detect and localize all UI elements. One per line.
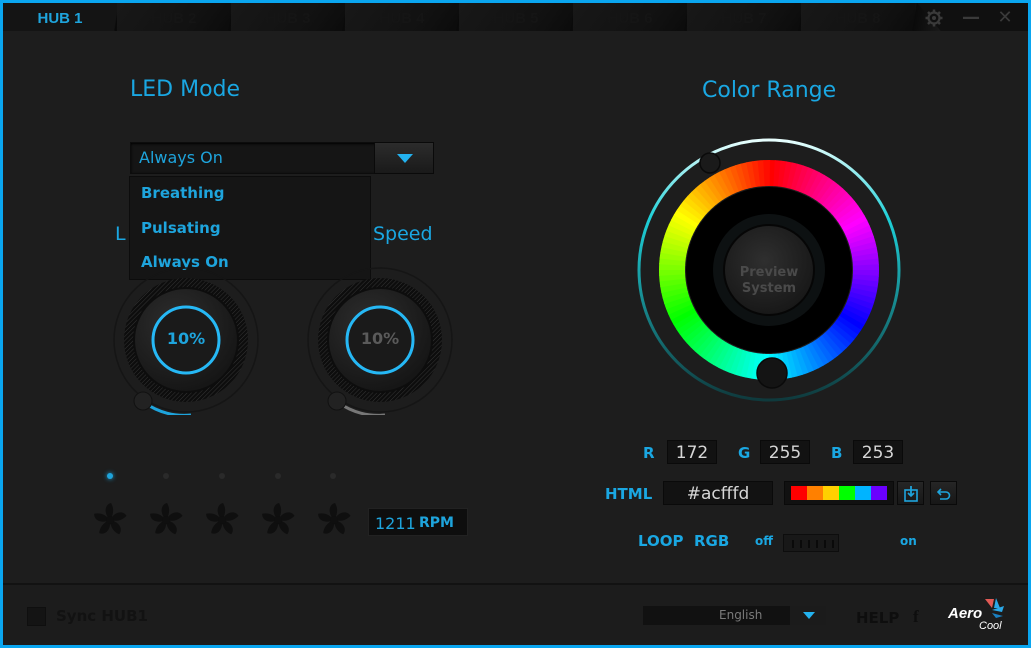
- option-pulsating[interactable]: Pulsating: [141, 219, 221, 237]
- rpm-display: 1211 RPM: [368, 508, 468, 536]
- close-icon: ✕: [997, 7, 1013, 28]
- rpm-value: 1211: [375, 514, 416, 533]
- color-swatch[interactable]: [823, 486, 839, 500]
- b-label: B: [831, 444, 843, 462]
- tab-hub-1[interactable]: HUB 1: [3, 3, 117, 31]
- led-mode-dropdown[interactable]: Always On: [130, 142, 434, 174]
- logo-text-cool: Cool: [979, 620, 1002, 632]
- loop-rgb-toggle[interactable]: [783, 534, 839, 552]
- led-mode-selected: Always On: [139, 148, 223, 167]
- fan-icon[interactable]: [258, 500, 298, 540]
- color-range-title: Color Range: [702, 78, 837, 103]
- hue-handle[interactable]: [756, 357, 788, 389]
- save-color-button[interactable]: [897, 481, 924, 505]
- hub-tab-bar: HUB 1 HUB 2 HUB 3 HUB 4 HUB 5 HUB 6 HUB …: [3, 3, 1028, 31]
- save-icon: [903, 486, 918, 502]
- sync-hub-checkbox[interactable]: [27, 607, 46, 626]
- close-button[interactable]: ✕: [994, 7, 1016, 29]
- html-label: HTML: [605, 485, 653, 503]
- undo-icon: [936, 488, 950, 500]
- chevron-down-icon: [803, 612, 815, 619]
- tab-hub-8[interactable]: HUB 8: [801, 3, 915, 31]
- brightness-label: L: [115, 223, 126, 245]
- fan-icon[interactable]: [146, 500, 186, 540]
- preview-text-1: Preview: [740, 265, 799, 280]
- language-value: English: [719, 608, 763, 622]
- r-label: R: [643, 444, 655, 462]
- aerocool-logo: Aero Cool: [946, 596, 1006, 636]
- color-swatch[interactable]: [807, 486, 823, 500]
- g-label: G: [738, 444, 751, 462]
- tab-hub-7[interactable]: HUB 7: [687, 3, 801, 31]
- fan-indicator-2: [163, 473, 169, 479]
- speed-label: Speed: [373, 223, 433, 245]
- brightness-value: 10%: [166, 329, 206, 348]
- fan-indicator-5: [330, 473, 336, 479]
- color-swatch[interactable]: [855, 486, 871, 500]
- minimize-button[interactable]: —: [960, 7, 982, 29]
- facebook-icon[interactable]: f: [913, 607, 919, 627]
- language-dropdown-button[interactable]: [790, 606, 826, 625]
- b-input[interactable]: 253: [853, 440, 903, 464]
- fan-icon[interactable]: [90, 500, 130, 540]
- fan-indicator-4: [275, 473, 281, 479]
- color-swatch[interactable]: [871, 486, 887, 500]
- r-input[interactable]: 172: [667, 440, 717, 464]
- html-color-input[interactable]: #acfffd: [663, 481, 773, 505]
- language-select[interactable]: English: [643, 606, 826, 625]
- sync-hub-label: Sync HUB1: [56, 607, 148, 625]
- loop-rgb-label: LOOP RGB: [638, 532, 730, 550]
- brightness-handle[interactable]: [133, 391, 153, 411]
- g-input[interactable]: 255: [760, 440, 810, 464]
- color-wheel[interactable]: Preview System: [634, 135, 904, 405]
- chevron-down-icon: [397, 154, 413, 163]
- color-swatch[interactable]: [791, 486, 807, 500]
- option-breathing[interactable]: Breathing: [141, 184, 225, 202]
- fan-indicator-3: [219, 473, 225, 479]
- led-mode-title: LED Mode: [130, 77, 241, 102]
- tab-hub-3[interactable]: HUB 3: [231, 3, 345, 31]
- fan-indicator-1: [107, 473, 113, 479]
- app-window: HUB 1 HUB 2 HUB 3 HUB 4 HUB 5 HUB 6 HUB …: [3, 3, 1028, 645]
- toggle-on-label: on: [900, 534, 917, 548]
- tab-hub-4[interactable]: HUB 4: [345, 3, 459, 31]
- settings-button[interactable]: [923, 7, 945, 29]
- toggle-off-label: off: [755, 534, 773, 548]
- fan-icon[interactable]: [314, 500, 354, 540]
- help-link[interactable]: HELP: [856, 609, 899, 627]
- tab-hub-6[interactable]: HUB 6: [573, 3, 687, 31]
- speed-handle[interactable]: [327, 391, 347, 411]
- led-mode-dropdown-button[interactable]: [374, 142, 434, 174]
- gear-icon: [925, 9, 943, 27]
- color-swatches: [784, 481, 894, 505]
- tab-hub-2[interactable]: HUB 2: [117, 3, 231, 31]
- tab-hub-5[interactable]: HUB 5: [459, 3, 573, 31]
- rpm-unit: RPM: [419, 515, 454, 531]
- preview-text-2: System: [742, 281, 796, 296]
- speed-value: 10%: [360, 329, 400, 348]
- undo-color-button[interactable]: [930, 481, 957, 505]
- logo-text-aero: Aero: [948, 605, 983, 622]
- fan-icon[interactable]: [202, 500, 242, 540]
- outer-ring-handle[interactable]: [699, 152, 721, 174]
- minimize-icon: —: [962, 7, 980, 28]
- color-swatch[interactable]: [839, 486, 855, 500]
